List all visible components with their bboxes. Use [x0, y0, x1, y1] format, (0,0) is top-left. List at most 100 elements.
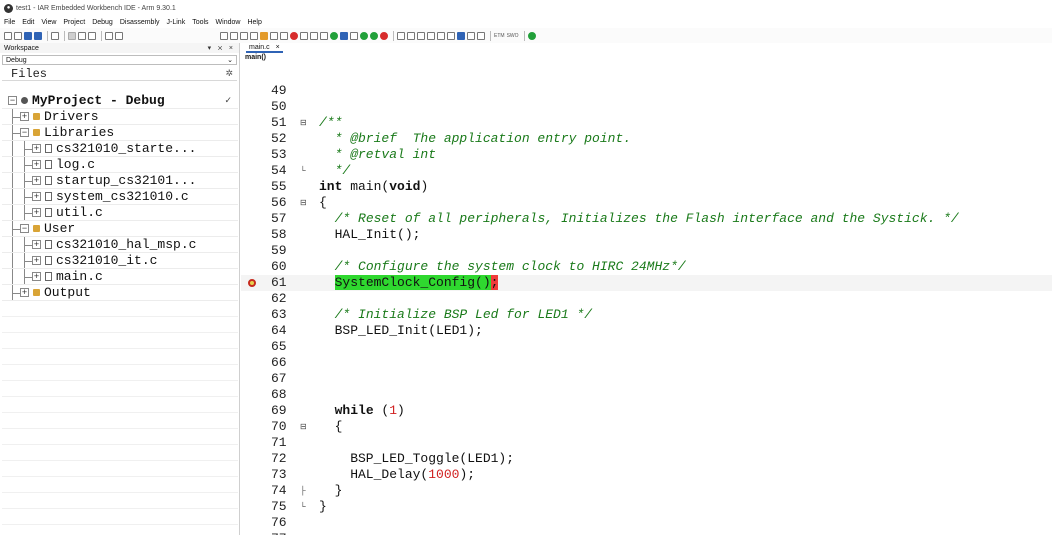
code-line[interactable]: 58 HAL_Init(); [241, 227, 1052, 243]
tree-item[interactable]: + cs321010_starte... [2, 141, 238, 157]
code-line[interactable]: 52 * @brief The application entry point. [241, 131, 1052, 147]
paste-icon[interactable] [88, 31, 96, 40]
open-file-icon[interactable] [14, 31, 22, 40]
redo-icon[interactable] [115, 31, 123, 40]
menu-project[interactable]: Project [63, 19, 85, 26]
breakpoint-icon[interactable] [248, 279, 256, 287]
next-bookmark-icon[interactable] [300, 31, 308, 40]
collapse-icon[interactable]: − [20, 224, 29, 233]
code-line[interactable]: 49 [241, 83, 1052, 99]
expand-icon[interactable]: + [32, 272, 41, 281]
menu-j-link[interactable]: J-Link [167, 19, 186, 26]
expand-icon[interactable]: + [32, 160, 41, 169]
gear-icon[interactable]: ✲ [225, 68, 233, 79]
menu-disassembly[interactable]: Disassembly [120, 19, 160, 26]
stop-build-icon[interactable] [340, 31, 348, 40]
menu-tools[interactable]: Tools [192, 19, 208, 26]
code-line[interactable]: 56 ⊟ { [241, 195, 1052, 211]
menu-file[interactable]: File [4, 19, 15, 26]
find-icon[interactable] [240, 31, 248, 40]
tree-item[interactable]: + Drivers [2, 109, 238, 125]
tree-item[interactable]: − MyProject - Debug ✓ [2, 93, 238, 109]
code-line[interactable]: 63 /* Initialize BSP Led for LED1 */ [241, 307, 1052, 323]
expand-icon[interactable]: + [20, 112, 29, 121]
tree-item[interactable]: − User [2, 221, 238, 237]
download-icon[interactable] [467, 31, 475, 40]
expand-icon[interactable]: + [32, 208, 41, 217]
tree-item[interactable]: + log.c [2, 157, 238, 173]
code-line[interactable]: 65 [241, 339, 1052, 355]
navigate-back-icon[interactable] [230, 31, 238, 40]
indent-icon[interactable] [270, 31, 278, 40]
code-line[interactable]: 64 BSP_LED_Init(LED1); [241, 323, 1052, 339]
fold-collapse-icon[interactable]: ⊟ [300, 423, 308, 431]
tree-item[interactable]: + util.c [2, 205, 238, 221]
code-line[interactable]: 62 [241, 291, 1052, 307]
tab-main-c[interactable]: main.c × [246, 44, 283, 53]
build-icon[interactable] [330, 31, 338, 40]
code-line[interactable]: 74 ├ } [241, 483, 1052, 499]
search-combo-icon[interactable] [220, 31, 228, 40]
collapse-icon[interactable]: − [20, 128, 29, 137]
collapse-icon[interactable]: − [8, 96, 17, 105]
tree-item[interactable]: + cs321010_it.c [2, 253, 238, 269]
code-line[interactable]: 61 SystemClock_Config(); [241, 275, 1052, 291]
menu-view[interactable]: View [41, 19, 56, 26]
toggle-breakpoint-icon[interactable] [290, 31, 298, 40]
workspace-window-controls[interactable]: ▾ ⨯ × [208, 44, 235, 52]
bookmark-icon[interactable] [260, 31, 268, 40]
etm-label[interactable]: ETM [494, 33, 505, 39]
undo-icon[interactable] [105, 31, 113, 40]
code-line[interactable]: 57 /* Reset of all peripherals, Initiali… [241, 211, 1052, 227]
code-line[interactable]: 51 ⊟ /** [241, 115, 1052, 131]
copy-icon[interactable] [78, 31, 86, 40]
code-line[interactable]: 68 [241, 387, 1052, 403]
make-icon[interactable] [320, 31, 328, 40]
code-line[interactable]: 50 [241, 99, 1052, 115]
code-line[interactable]: 55 int main(void) [241, 179, 1052, 195]
configuration-dropdown[interactable]: Debug ⌄ [2, 55, 237, 65]
expand-icon[interactable]: + [32, 176, 41, 185]
tree-item[interactable]: + main.c [2, 269, 238, 285]
code-line[interactable]: 53 * @retval int [241, 147, 1052, 163]
new-file-icon[interactable] [4, 31, 12, 40]
function-navigator[interactable]: main() [241, 53, 1052, 62]
fold-collapse-icon[interactable]: ⊟ [300, 119, 308, 127]
go-icon[interactable] [360, 31, 368, 40]
go-icon-2[interactable] [447, 31, 455, 40]
code-line[interactable]: 71 [241, 435, 1052, 451]
menu-debug[interactable]: Debug [92, 19, 113, 26]
step-out-icon[interactable] [417, 31, 425, 40]
close-icon[interactable]: × [276, 44, 280, 51]
tree-item[interactable]: + system_cs321010.c [2, 189, 238, 205]
expand-icon[interactable]: + [32, 144, 41, 153]
swo-label[interactable]: SWO [507, 33, 519, 39]
code-line[interactable]: 66 [241, 355, 1052, 371]
stop-debug-icon[interactable] [380, 31, 388, 40]
expand-icon[interactable]: + [32, 256, 41, 265]
reset-icon[interactable] [370, 31, 378, 40]
code-line[interactable]: 59 [241, 243, 1052, 259]
code-line[interactable]: 77 [241, 531, 1052, 535]
breakpoint-list-icon[interactable] [350, 31, 358, 40]
expand-icon[interactable]: + [32, 192, 41, 201]
code-line[interactable]: 72 BSP_LED_Toggle(LED1); [241, 451, 1052, 467]
expand-icon[interactable]: + [20, 288, 29, 297]
menu-help[interactable]: Help [247, 19, 261, 26]
tree-item[interactable]: + cs321010_hal_msp.c [2, 237, 238, 253]
run-to-cursor-icon[interactable] [437, 31, 445, 40]
code-line[interactable]: 60 /* Configure the system clock to HIRC… [241, 259, 1052, 275]
code-line[interactable]: 67 [241, 371, 1052, 387]
power-icon[interactable] [527, 31, 536, 40]
save-all-icon[interactable] [34, 31, 42, 40]
navigate-forward-icon[interactable] [250, 31, 258, 40]
step-into-icon[interactable] [407, 31, 415, 40]
print-icon[interactable] [51, 31, 59, 40]
code-area[interactable]: 49 50 51 ⊟/** 52 * @brief The application en… [241, 83, 1052, 535]
step-over-icon[interactable] [397, 31, 405, 40]
cut-icon[interactable] [68, 31, 76, 40]
prev-bookmark-icon[interactable] [280, 31, 288, 40]
next-statement-icon[interactable] [427, 31, 435, 40]
tree-item[interactable]: + Output [2, 285, 238, 301]
code-line[interactable]: 76 [241, 515, 1052, 531]
